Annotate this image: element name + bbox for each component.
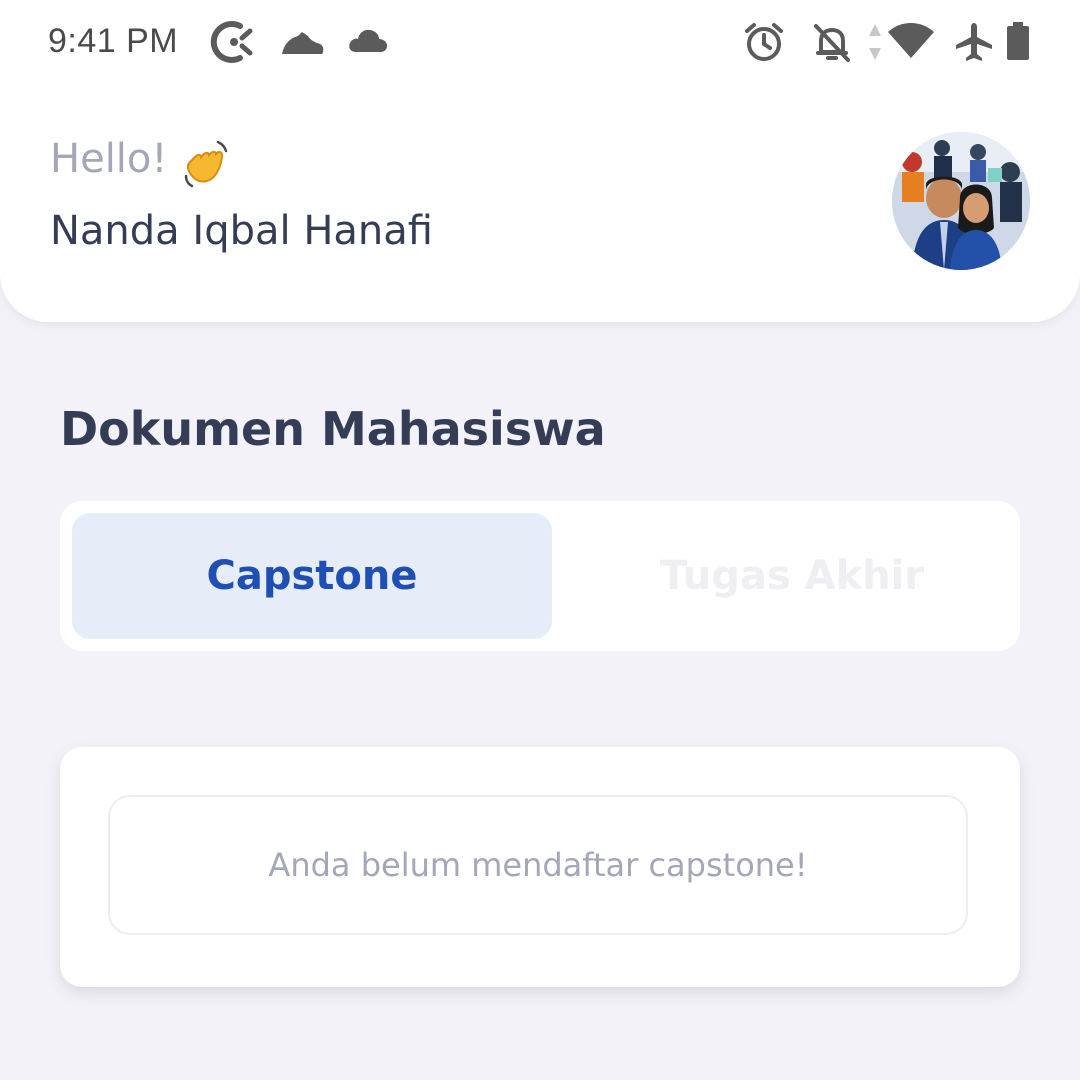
waving-hand-icon bbox=[184, 140, 228, 188]
profile-photo bbox=[892, 132, 1030, 270]
header-card: 9:41 PM Hello! Nanda Iqbal Hanafi bbox=[0, 0, 1080, 322]
wifi-icon bbox=[888, 23, 934, 58]
empty-state-box: Anda belum mendaftar capstone! bbox=[108, 795, 968, 935]
data-arrows-icon bbox=[869, 24, 881, 60]
bell-off-icon bbox=[814, 24, 850, 62]
cloud-icon bbox=[349, 29, 388, 52]
tab-capstone[interactable]: Capstone bbox=[72, 513, 552, 639]
alarm-icon bbox=[745, 23, 783, 61]
battery-icon bbox=[1007, 22, 1029, 60]
section-title: Dokumen Mahasiswa bbox=[60, 402, 606, 456]
tab-tugas-akhir[interactable]: Tugas Akhir bbox=[552, 513, 1032, 639]
user-name: Nanda Iqbal Hanafi bbox=[50, 208, 433, 254]
capstone-card: Anda belum mendaftar capstone! bbox=[60, 747, 1020, 987]
airplane-icon bbox=[956, 23, 992, 61]
shoe-icon bbox=[282, 32, 324, 54]
avatar[interactable] bbox=[892, 132, 1030, 270]
empty-state-message: Anda belum mendaftar capstone! bbox=[268, 846, 808, 884]
status-bar: 9:41 PM bbox=[0, 0, 1080, 84]
clockify-icon bbox=[210, 21, 253, 63]
greeting-text: Hello! bbox=[50, 136, 168, 182]
status-time: 9:41 PM bbox=[48, 22, 179, 60]
document-tabs: Capstone Tugas Akhir bbox=[60, 501, 1020, 651]
